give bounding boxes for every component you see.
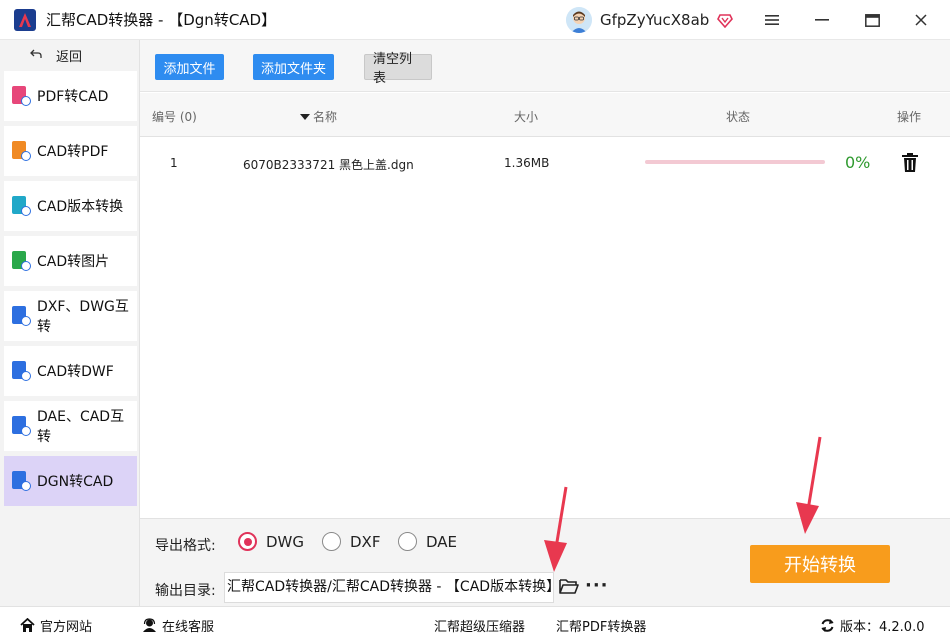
format-radio-dxf[interactable]: DXF	[322, 532, 380, 551]
cad-to-image-icon	[11, 251, 31, 271]
add-folder-button[interactable]: 添加文件夹	[253, 54, 334, 80]
format-radio-dae-label: DAE	[426, 532, 458, 551]
window-title: 汇帮CAD转换器 - 【Dgn转CAD】	[46, 11, 277, 29]
sidebar-item-1[interactable]: CAD转PDF	[4, 126, 137, 176]
format-radio-dxf-label: DXF	[350, 532, 381, 551]
sidebar-item-5[interactable]: CAD转DWF	[4, 346, 137, 396]
app-logo-icon	[14, 8, 36, 31]
customer-service-icon	[143, 618, 156, 632]
refresh-icon	[821, 619, 834, 632]
sidebar-item-label: CAD转PDF	[37, 144, 109, 160]
version-info[interactable]: 版本：4.2.0.0	[820, 616, 924, 635]
title-bar: 汇帮CAD转换器 - 【Dgn转CAD】 GfpZyYucX8ab	[0, 0, 950, 40]
row-file-name: 6070B2333721 黑色上盖.dgn	[243, 158, 414, 172]
clear-list-button[interactable]: 清空列表	[364, 52, 432, 86]
sidebar-item-3[interactable]: CAD转图片	[4, 236, 137, 286]
output-dir-label: 输出目录:	[155, 583, 216, 599]
compressor-link[interactable]: 汇帮超级压缩器	[434, 616, 525, 635]
close-icon[interactable]	[909, 8, 933, 32]
row-progress-percent: 0%	[845, 153, 871, 172]
pdf-to-cad-icon	[11, 86, 31, 106]
table-row[interactable]: 1 6070B2333721 黑色上盖.dgn 1.36MB 0%	[140, 138, 950, 188]
file-table-body	[140, 137, 950, 517]
cad-version-icon	[11, 196, 31, 216]
sidebar-item-label: CAD转DWF	[37, 364, 114, 380]
sidebar-item-label: CAD版本转换	[37, 199, 124, 215]
format-radio-dwg[interactable]: DWG	[238, 532, 304, 551]
column-name-label: 名称	[313, 110, 338, 124]
minimize-icon[interactable]	[810, 8, 834, 32]
vip-diamond-icon	[717, 14, 734, 28]
dgn-to-cad-icon	[11, 471, 31, 491]
home-icon	[20, 618, 35, 632]
column-status: 状态	[726, 110, 751, 124]
output-dir-input[interactable]: 汇帮CAD转换器/汇帮CAD转换器 - 【CAD版本转换】	[224, 572, 554, 603]
column-action: 操作	[897, 110, 922, 124]
username: GfpZyYucX8ab	[600, 11, 710, 29]
compressor-label: 汇帮超级压缩器	[434, 620, 526, 635]
pdf-converter-link[interactable]: 汇帮PDF转换器	[556, 616, 646, 635]
row-index: 1	[170, 156, 178, 170]
row-progress-bar	[645, 160, 825, 164]
support-link[interactable]: 在线客服	[142, 616, 214, 635]
add-file-button[interactable]: 添加文件	[155, 54, 224, 80]
more-options-icon[interactable]: ···	[585, 575, 609, 596]
format-radio-dwg-label: DWG	[266, 532, 305, 551]
format-radio-dae[interactable]: DAE	[398, 532, 457, 551]
website-link[interactable]: 官方网站	[20, 616, 92, 635]
radio-circle	[398, 532, 417, 551]
sidebar-item-7[interactable]: DGN转CAD	[4, 456, 137, 506]
sidebar-item-label: PDF转CAD	[37, 89, 109, 105]
back-arrow-icon	[30, 48, 42, 63]
sidebar-item-6[interactable]: DAE、CAD互转	[4, 401, 137, 451]
sidebar-item-label: DGN转CAD	[37, 474, 114, 490]
status-bar: 官方网站 在线客服 汇帮超级压缩器 汇帮PDF转换器 版本：4.2.0.0	[0, 606, 950, 640]
toolbar: 添加文件 添加文件夹 清空列表	[140, 40, 950, 92]
user-account[interactable]: GfpZyYucX8ab	[566, 6, 734, 34]
avatar[interactable]	[566, 7, 592, 33]
menu-icon[interactable]	[760, 8, 784, 32]
column-name[interactable]: 名称	[300, 108, 337, 125]
sidebar-item-0[interactable]: PDF转CAD	[4, 71, 137, 121]
radio-circle	[238, 532, 257, 551]
sidebar-item-2[interactable]: CAD版本转换	[4, 181, 137, 231]
maximize-icon[interactable]	[860, 8, 884, 32]
version-label: 版本：4.2.0.0	[840, 620, 925, 635]
website-label: 官方网站	[40, 620, 93, 635]
sidebar-item-4[interactable]: DXF、DWG互转	[4, 291, 137, 341]
sidebar-item-label: DAE、CAD互转	[37, 409, 125, 445]
start-convert-button[interactable]: 开始转换	[750, 545, 890, 583]
open-folder-icon[interactable]	[559, 577, 579, 595]
support-label: 在线客服	[162, 620, 215, 635]
column-size: 大小	[514, 110, 539, 124]
export-settings-panel: 导出格式: DWG DXF DAE 输出目录: 汇帮CAD转换器/汇帮CAD转换…	[140, 518, 950, 606]
cad-to-dwf-icon	[11, 361, 31, 381]
file-table-header: 编号 (0) 名称 大小 状态 操作	[140, 93, 950, 137]
sidebar-item-label: CAD转图片	[37, 254, 110, 270]
radio-circle	[322, 532, 341, 551]
back-label: 返回	[56, 49, 83, 65]
column-index: 编号 (0)	[152, 110, 197, 124]
delete-trash-icon[interactable]	[902, 153, 918, 172]
cad-to-pdf-icon	[11, 141, 31, 161]
sort-desc-icon	[300, 113, 310, 120]
pdf-converter-label: 汇帮PDF转换器	[556, 620, 647, 635]
back-button[interactable]: 返回	[0, 40, 139, 70]
dae-cad-icon	[11, 416, 31, 436]
dxf-dwg-icon	[11, 306, 31, 326]
sidebar-item-label: DXF、DWG互转	[37, 299, 129, 335]
row-file-size: 1.36MB	[504, 156, 550, 170]
export-format-label: 导出格式:	[155, 538, 216, 554]
